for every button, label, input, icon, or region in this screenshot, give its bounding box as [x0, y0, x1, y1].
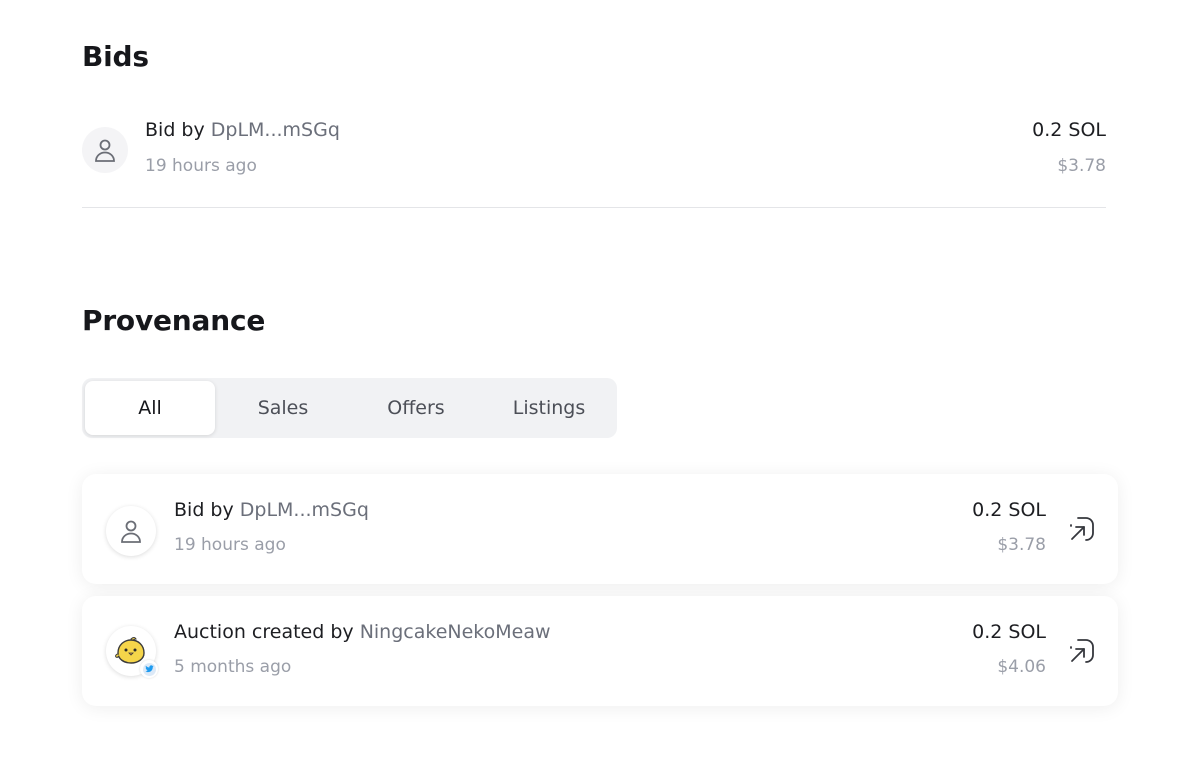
external-link-icon[interactable]: [1068, 637, 1096, 665]
bidder-avatar[interactable]: [82, 127, 128, 173]
item-description: Bid by DpLM...mSGq: [174, 499, 369, 521]
creator-name-link[interactable]: NingcakeNekoMeaw: [360, 621, 551, 643]
user-icon: [95, 139, 115, 162]
item-price: 0.2 SOL: [972, 621, 1046, 643]
external-link-icon[interactable]: [1068, 515, 1096, 543]
tab-all[interactable]: All: [85, 381, 215, 435]
provenance-item-auction[interactable]: Auction created by NingcakeNekoMeaw 5 mo…: [82, 596, 1118, 706]
twitter-badge: [140, 660, 158, 678]
item-description: Auction created by NingcakeNekoMeaw: [174, 621, 551, 643]
item-usd: $4.06: [997, 657, 1046, 677]
bid-row: Bid by DpLM...mSGq 19 hours ago 0.2 SOL …: [82, 108, 1106, 208]
bid-price: 0.2 SOL: [1032, 119, 1106, 141]
tab-offers[interactable]: Offers: [351, 381, 481, 435]
item-time: 19 hours ago: [174, 535, 286, 555]
bidder-address-link[interactable]: DpLM...mSGq: [240, 499, 369, 521]
provenance-tabs: All Sales Offers Listings: [82, 378, 617, 438]
bids-title: Bids: [82, 40, 149, 73]
item-usd: $3.78: [997, 535, 1046, 555]
provenance-item-bid[interactable]: Bid by DpLM...mSGq 19 hours ago 0.2 SOL …: [82, 474, 1118, 584]
tab-sales[interactable]: Sales: [218, 381, 348, 435]
bid-time: 19 hours ago: [145, 156, 257, 176]
bid-prefix: Bid by: [145, 119, 205, 141]
item-time: 5 months ago: [174, 657, 292, 677]
bidder-address-link[interactable]: DpLM...mSGq: [211, 119, 340, 141]
creator-avatar[interactable]: [106, 626, 158, 678]
bid-usd: $3.78: [1057, 156, 1106, 176]
item-prefix: Auction created by: [174, 621, 354, 643]
provenance-title: Provenance: [82, 304, 266, 337]
bidder-avatar[interactable]: [106, 506, 156, 556]
bid-description: Bid by DpLM...mSGq: [145, 119, 340, 141]
item-prefix: Bid by: [174, 499, 234, 521]
item-price: 0.2 SOL: [972, 499, 1046, 521]
user-icon: [121, 520, 141, 543]
tab-listings[interactable]: Listings: [484, 381, 614, 435]
twitter-icon: [144, 665, 154, 673]
